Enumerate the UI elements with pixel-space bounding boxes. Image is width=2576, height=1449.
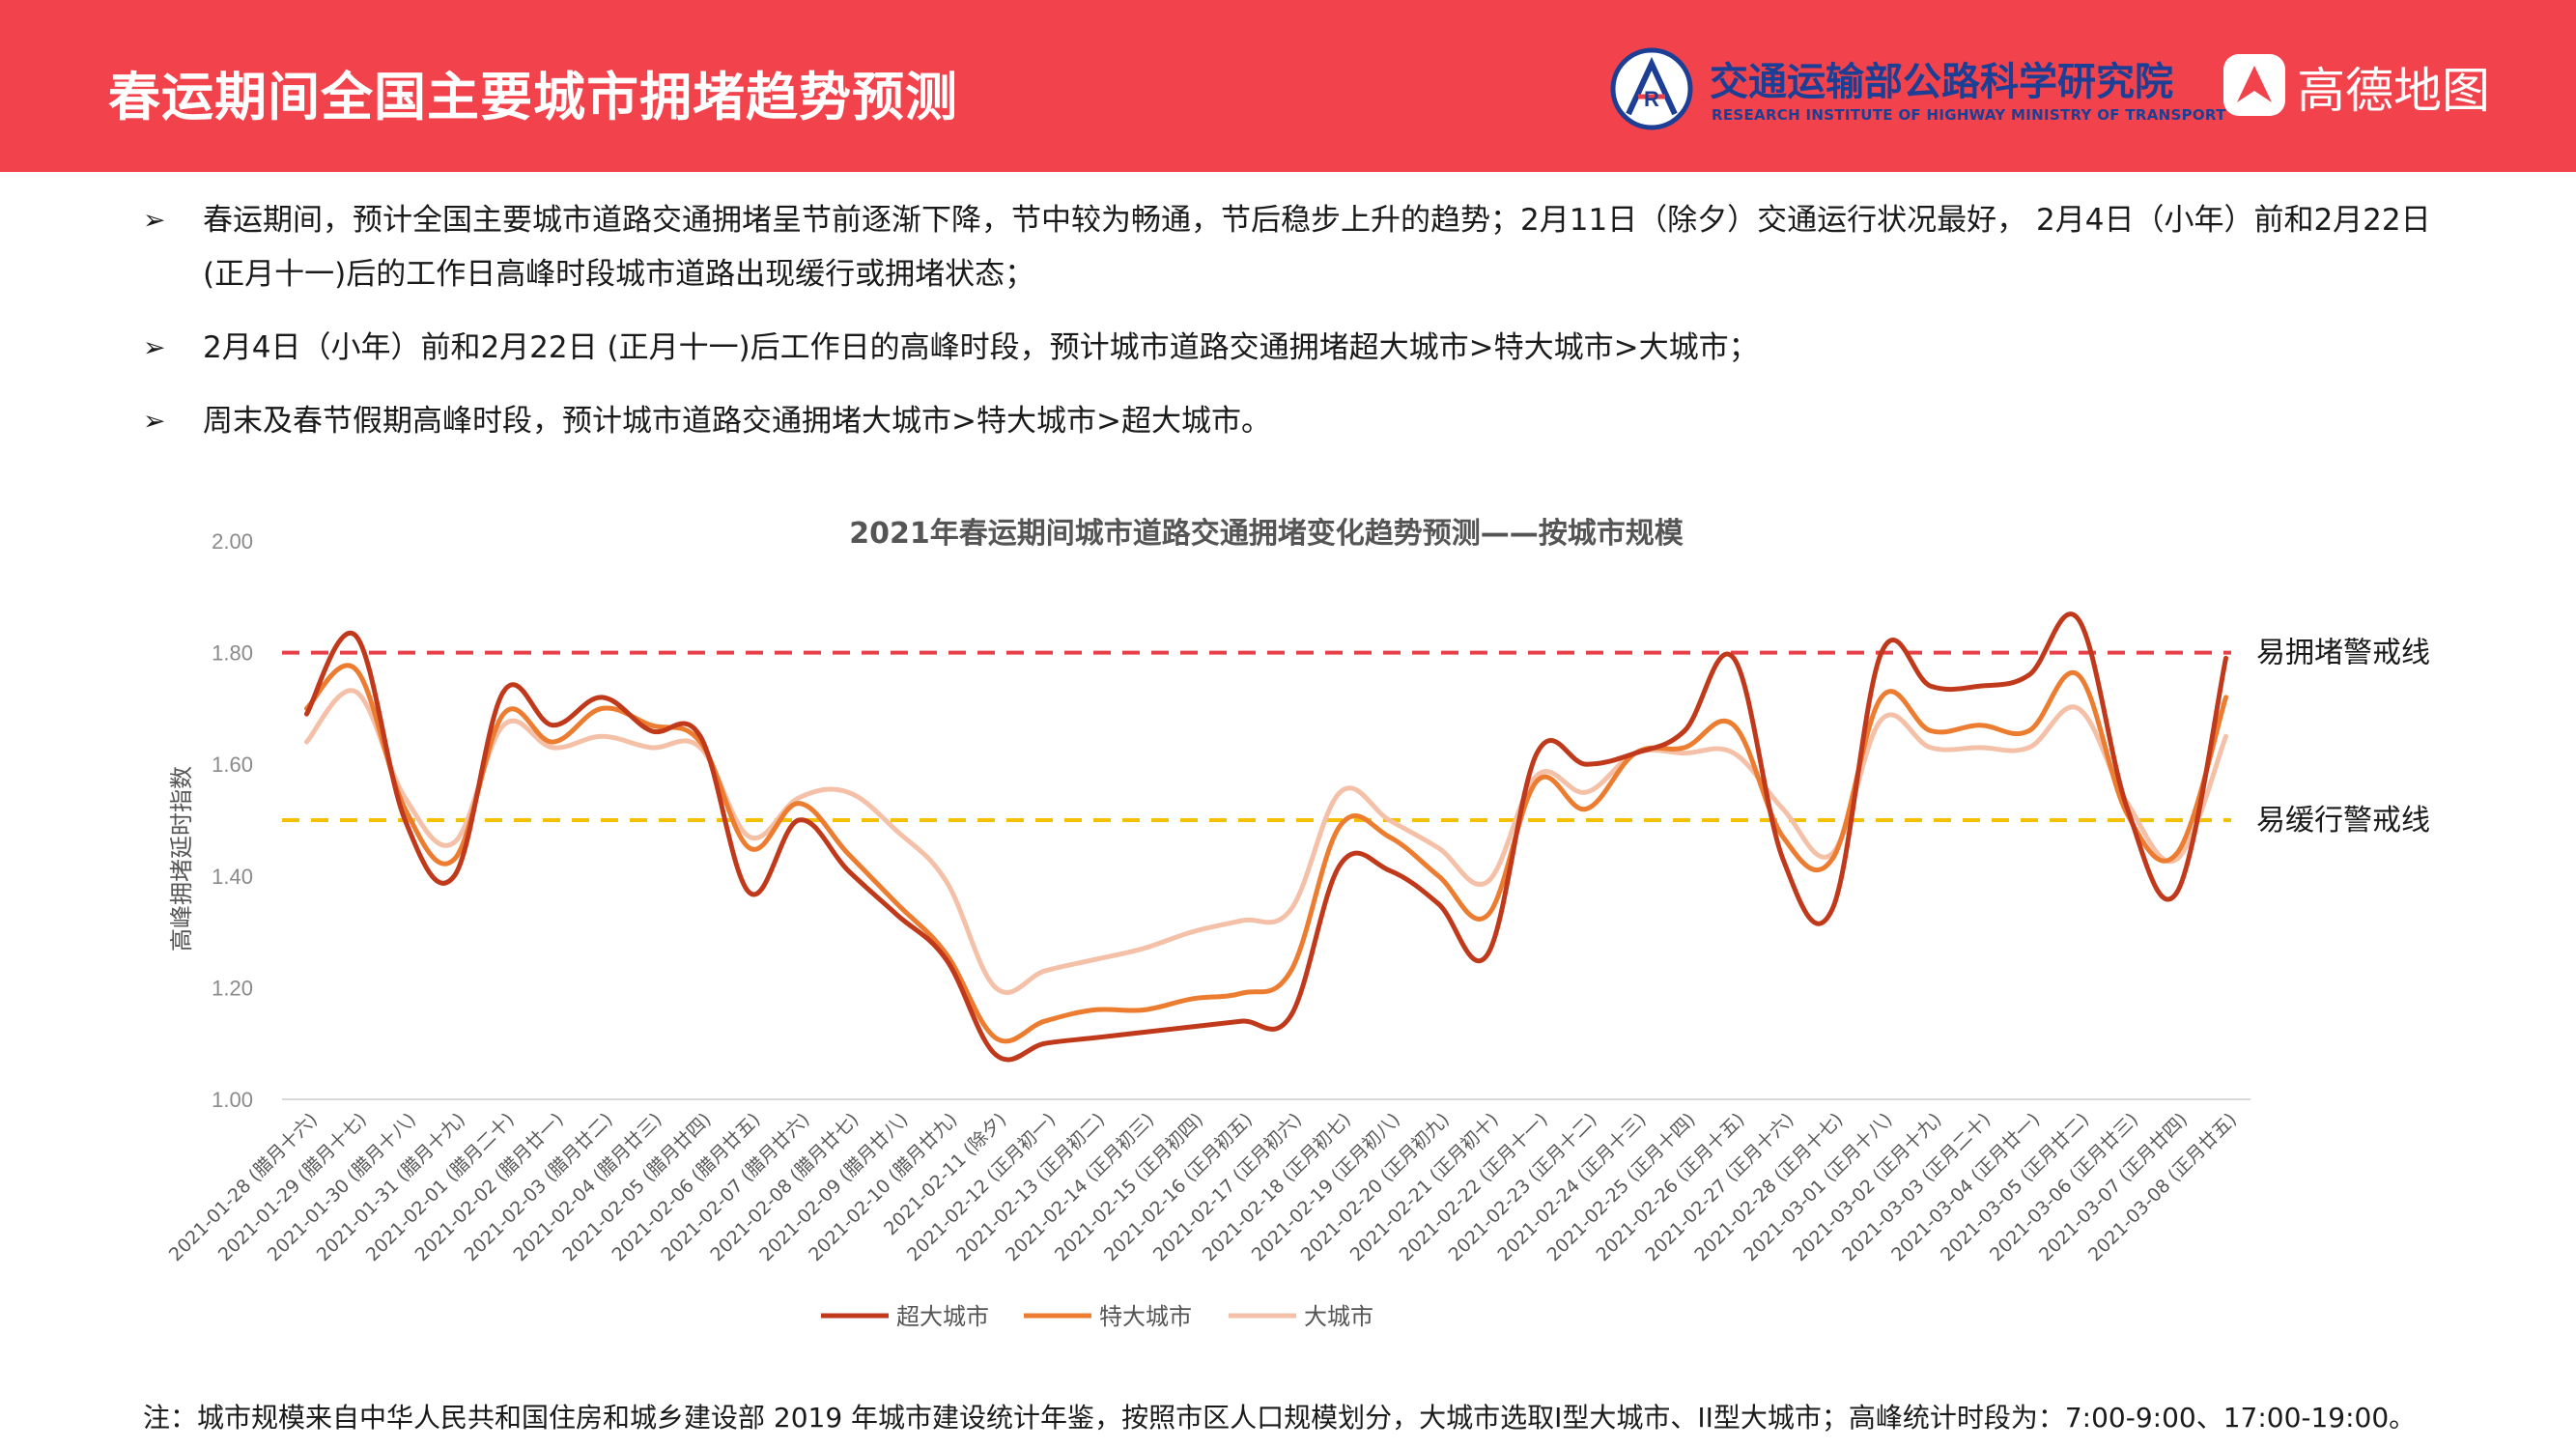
- y-tick-label: 1.60: [212, 753, 253, 777]
- org-name-en: RESEARCH INSTITUTE OF HIGHWAY MINISTRY O…: [1712, 106, 2226, 124]
- reference-line-label: 易拥堵警戒线: [2256, 637, 2430, 670]
- y-tick-label: 2.00: [212, 529, 253, 554]
- reference-line-label: 易缓行警戒线: [2256, 804, 2430, 838]
- amap-logo-icon: [2223, 54, 2285, 116]
- series-line-super-large-city: [303, 663, 2229, 1044]
- y-tick-label: 1.00: [212, 1088, 253, 1112]
- summary-bullets: ➢ 春运期间，预计全国主要城市道路交通拥堵呈节前逐渐下降，节中较为畅通，节后稳步…: [143, 193, 2480, 468]
- legend-label: 特大城市: [1099, 1303, 1192, 1330]
- chart-container: 2021年春运期间城市道路交通拥堵变化趋势预测——按城市规模 1.00 1.20 1.…: [0, 502, 2576, 1372]
- brand-name: 高德地图: [2297, 63, 2490, 119]
- org-name-cn: 交通运输部公路科学研究院: [1710, 60, 2173, 104]
- bullet-arrow-icon: ➢: [143, 204, 166, 236]
- svg-text:R: R: [1644, 87, 1659, 111]
- bullet-arrow-icon: ➢: [143, 405, 166, 437]
- bullet-item: ➢ 春运期间，预计全国主要城市道路交通拥堵呈节前逐渐下降，节中较为畅通，节后稳步…: [143, 193, 2480, 301]
- bullet-arrow-icon: ➢: [143, 331, 166, 363]
- y-tick-label: 1.20: [212, 976, 253, 1000]
- series-line-large-city: [303, 688, 2229, 995]
- congestion-line-chart: 2021年春运期间城市道路交通拥堵变化趋势预测——按城市规模 1.00 1.20 1.…: [165, 517, 2430, 1330]
- bullet-item: ➢ 2月4日（小年）前和2月22日 (正月十一)后工作日的高峰时段，预计城市道路…: [143, 321, 2480, 375]
- footnote: 注：城市规模来自中华人民共和国住房和城乡建设部 2019 年城市建设统计年鉴，按…: [143, 1402, 2417, 1434]
- rioh-logo-icon: R: [1610, 47, 1693, 130]
- bullet-text: 春运期间，预计全国主要城市道路交通拥堵呈节前逐渐下降，节中较为畅通，节后稳步上升…: [203, 203, 2431, 292]
- y-tick-label: 1.80: [212, 641, 253, 666]
- chart-title: 2021年春运期间城市道路交通拥堵变化趋势预测——按城市规模: [849, 517, 1684, 551]
- y-tick-label: 1.40: [212, 865, 253, 889]
- legend-label: 超大城市: [896, 1303, 989, 1330]
- legend-label: 大城市: [1304, 1303, 1373, 1330]
- bullet-text: 2月4日（小年）前和2月22日 (正月十一)后工作日的高峰时段，预计城市道路交通…: [203, 330, 1759, 365]
- header-bar: 春运期间全国主要城市拥堵趋势预测 R 交通运输部公路科学研究院 RESEARCH…: [0, 0, 2576, 172]
- y-axis-label: 高峰拥堵延时指数: [168, 766, 195, 952]
- bullet-text: 周末及春节假期高峰时段，预计城市道路交通拥堵大城市>特大城市>超大城市。: [203, 404, 1271, 439]
- bullet-item: ➢ 周末及春节假期高峰时段，预计城市道路交通拥堵大城市>特大城市>超大城市。: [143, 394, 2480, 448]
- page-title: 春运期间全国主要城市拥堵趋势预测: [108, 67, 958, 128]
